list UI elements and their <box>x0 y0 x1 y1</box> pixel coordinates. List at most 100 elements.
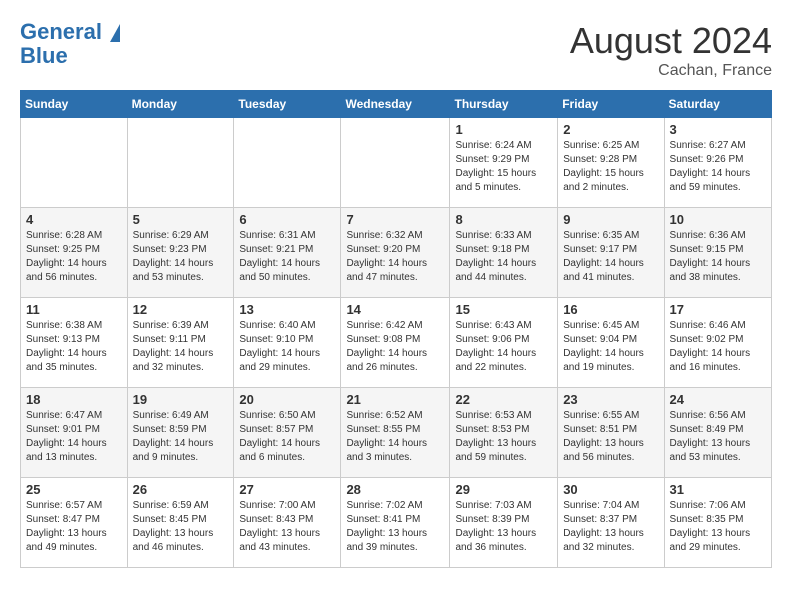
calendar-cell: 4 Sunrise: 6:28 AM Sunset: 9:25 PM Daylig… <box>21 208 128 298</box>
day-number: 2 <box>563 122 658 137</box>
day-number: 7 <box>346 212 444 227</box>
logo-blue: Blue <box>20 44 120 68</box>
calendar-cell: 17Sunrise: 6:46 AM Sunset: 9:02 PM Dayli… <box>664 298 771 388</box>
calendar-cell: 29Sunrise: 7:03 AM Sunset: 8:39 PM Dayli… <box>450 478 558 568</box>
calendar-cell: 5 Sunrise: 6:29 AM Sunset: 9:23 PM Daylig… <box>127 208 234 298</box>
day-info: Sunrise: 6:47 AM Sunset: 9:01 PM Dayligh… <box>26 409 122 465</box>
day-info: Sunrise: 6:49 AM Sunset: 8:59 PM Dayligh… <box>133 409 229 465</box>
day-number: 19 <box>133 392 229 407</box>
calendar-cell: 30 Sunrise: 7:04 AM Sunset: 8:37 PM Dayli… <box>558 478 664 568</box>
page-header: General Blue August 2024 Cachan, France <box>20 20 772 80</box>
calendar-week-1: 1 Sunrise: 6:24 AM Sunset: 9:29 PM Daylig… <box>21 118 772 208</box>
day-number: 22 <box>455 392 552 407</box>
calendar-week-3: 11Sunrise: 6:38 AM Sunset: 9:13 PM Dayli… <box>21 298 772 388</box>
day-number: 10 <box>670 212 766 227</box>
day-info: Sunrise: 6:40 AM Sunset: 9:10 PM Dayligh… <box>239 319 335 375</box>
calendar-cell: 22Sunrise: 6:53 AM Sunset: 8:53 PM Dayli… <box>450 388 558 478</box>
day-info: Sunrise: 6:35 AM Sunset: 9:17 PM Dayligh… <box>563 229 658 285</box>
calendar-cell: 19 Sunrise: 6:49 AM Sunset: 8:59 PM Dayli… <box>127 388 234 478</box>
day-info: Sunrise: 6:46 AM Sunset: 9:02 PM Dayligh… <box>670 319 766 375</box>
calendar-cell: 26 Sunrise: 6:59 AM Sunset: 8:45 PM Dayli… <box>127 478 234 568</box>
col-header-wednesday: Wednesday <box>341 91 450 118</box>
day-number: 15 <box>455 302 552 317</box>
calendar-cell: 18 Sunrise: 6:47 AM Sunset: 9:01 PM Dayli… <box>21 388 128 478</box>
day-info: Sunrise: 6:28 AM Sunset: 9:25 PM Dayligh… <box>26 229 122 285</box>
day-number: 21 <box>346 392 444 407</box>
day-info: Sunrise: 6:52 AM Sunset: 8:55 PM Dayligh… <box>346 409 444 465</box>
col-header-friday: Friday <box>558 91 664 118</box>
calendar-cell: 9Sunrise: 6:35 AM Sunset: 9:17 PM Daylig… <box>558 208 664 298</box>
title-block: August 2024 Cachan, France <box>570 20 772 80</box>
calendar-cell: 24Sunrise: 6:56 AM Sunset: 8:49 PM Dayli… <box>664 388 771 478</box>
calendar-table: SundayMondayTuesdayWednesdayThursdayFrid… <box>20 90 772 568</box>
day-info: Sunrise: 6:42 AM Sunset: 9:08 PM Dayligh… <box>346 319 444 375</box>
day-number: 1 <box>455 122 552 137</box>
day-info: Sunrise: 6:59 AM Sunset: 8:45 PM Dayligh… <box>133 499 229 555</box>
calendar-week-2: 4 Sunrise: 6:28 AM Sunset: 9:25 PM Daylig… <box>21 208 772 298</box>
day-number: 30 <box>563 482 658 497</box>
calendar-cell: 20 Sunrise: 6:50 AM Sunset: 8:57 PM Dayli… <box>234 388 341 478</box>
day-number: 31 <box>670 482 766 497</box>
calendar-cell: 27 Sunrise: 7:00 AM Sunset: 8:43 PM Dayli… <box>234 478 341 568</box>
calendar-cell <box>127 118 234 208</box>
day-info: Sunrise: 7:04 AM Sunset: 8:37 PM Dayligh… <box>563 499 658 555</box>
location: Cachan, France <box>570 62 772 80</box>
calendar-cell <box>234 118 341 208</box>
calendar-cell <box>341 118 450 208</box>
day-number: 27 <box>239 482 335 497</box>
day-info: Sunrise: 6:55 AM Sunset: 8:51 PM Dayligh… <box>563 409 658 465</box>
day-info: Sunrise: 6:50 AM Sunset: 8:57 PM Dayligh… <box>239 409 335 465</box>
day-number: 16 <box>563 302 658 317</box>
day-number: 23 <box>563 392 658 407</box>
calendar-cell <box>21 118 128 208</box>
day-info: Sunrise: 6:27 AM Sunset: 9:26 PM Dayligh… <box>670 139 766 195</box>
day-info: Sunrise: 7:00 AM Sunset: 8:43 PM Dayligh… <box>239 499 335 555</box>
calendar-cell: 10 Sunrise: 6:36 AM Sunset: 9:15 PM Dayli… <box>664 208 771 298</box>
logo-general: General <box>20 19 102 44</box>
day-info: Sunrise: 6:25 AM Sunset: 9:28 PM Dayligh… <box>563 139 658 195</box>
calendar-cell: 28Sunrise: 7:02 AM Sunset: 8:41 PM Dayli… <box>341 478 450 568</box>
calendar-cell: 11Sunrise: 6:38 AM Sunset: 9:13 PM Dayli… <box>21 298 128 388</box>
col-header-saturday: Saturday <box>664 91 771 118</box>
calendar-cell: 31 Sunrise: 7:06 AM Sunset: 8:35 PM Dayli… <box>664 478 771 568</box>
day-info: Sunrise: 6:57 AM Sunset: 8:47 PM Dayligh… <box>26 499 122 555</box>
day-number: 11 <box>26 302 122 317</box>
calendar-cell: 15Sunrise: 6:43 AM Sunset: 9:06 PM Dayli… <box>450 298 558 388</box>
day-number: 14 <box>346 302 444 317</box>
calendar-cell: 6Sunrise: 6:31 AM Sunset: 9:21 PM Daylig… <box>234 208 341 298</box>
day-info: Sunrise: 6:32 AM Sunset: 9:20 PM Dayligh… <box>346 229 444 285</box>
day-number: 25 <box>26 482 122 497</box>
day-info: Sunrise: 7:06 AM Sunset: 8:35 PM Dayligh… <box>670 499 766 555</box>
calendar-cell: 12 Sunrise: 6:39 AM Sunset: 9:11 PM Dayli… <box>127 298 234 388</box>
day-info: Sunrise: 6:24 AM Sunset: 9:29 PM Dayligh… <box>455 139 552 195</box>
day-number: 18 <box>26 392 122 407</box>
day-number: 5 <box>133 212 229 227</box>
calendar-cell: 13 Sunrise: 6:40 AM Sunset: 9:10 PM Dayli… <box>234 298 341 388</box>
month-title: August 2024 <box>570 20 772 62</box>
day-number: 8 <box>455 212 552 227</box>
day-number: 4 <box>26 212 122 227</box>
calendar-week-4: 18 Sunrise: 6:47 AM Sunset: 9:01 PM Dayli… <box>21 388 772 478</box>
day-info: Sunrise: 6:56 AM Sunset: 8:49 PM Dayligh… <box>670 409 766 465</box>
day-number: 26 <box>133 482 229 497</box>
col-header-tuesday: Tuesday <box>234 91 341 118</box>
day-info: Sunrise: 7:03 AM Sunset: 8:39 PM Dayligh… <box>455 499 552 555</box>
col-header-thursday: Thursday <box>450 91 558 118</box>
logo: General Blue <box>20 20 120 68</box>
day-info: Sunrise: 6:29 AM Sunset: 9:23 PM Dayligh… <box>133 229 229 285</box>
calendar-week-5: 25 Sunrise: 6:57 AM Sunset: 8:47 PM Dayli… <box>21 478 772 568</box>
calendar-cell: 7 Sunrise: 6:32 AM Sunset: 9:20 PM Daylig… <box>341 208 450 298</box>
day-info: Sunrise: 6:45 AM Sunset: 9:04 PM Dayligh… <box>563 319 658 375</box>
day-info: Sunrise: 6:31 AM Sunset: 9:21 PM Dayligh… <box>239 229 335 285</box>
calendar-cell: 16 Sunrise: 6:45 AM Sunset: 9:04 PM Dayli… <box>558 298 664 388</box>
col-header-monday: Monday <box>127 91 234 118</box>
calendar-cell: 8Sunrise: 6:33 AM Sunset: 9:18 PM Daylig… <box>450 208 558 298</box>
day-number: 12 <box>133 302 229 317</box>
day-number: 13 <box>239 302 335 317</box>
day-info: Sunrise: 6:36 AM Sunset: 9:15 PM Dayligh… <box>670 229 766 285</box>
day-number: 20 <box>239 392 335 407</box>
day-number: 3 <box>670 122 766 137</box>
col-header-sunday: Sunday <box>21 91 128 118</box>
day-info: Sunrise: 6:39 AM Sunset: 9:11 PM Dayligh… <box>133 319 229 375</box>
calendar-cell: 3 Sunrise: 6:27 AM Sunset: 9:26 PM Daylig… <box>664 118 771 208</box>
